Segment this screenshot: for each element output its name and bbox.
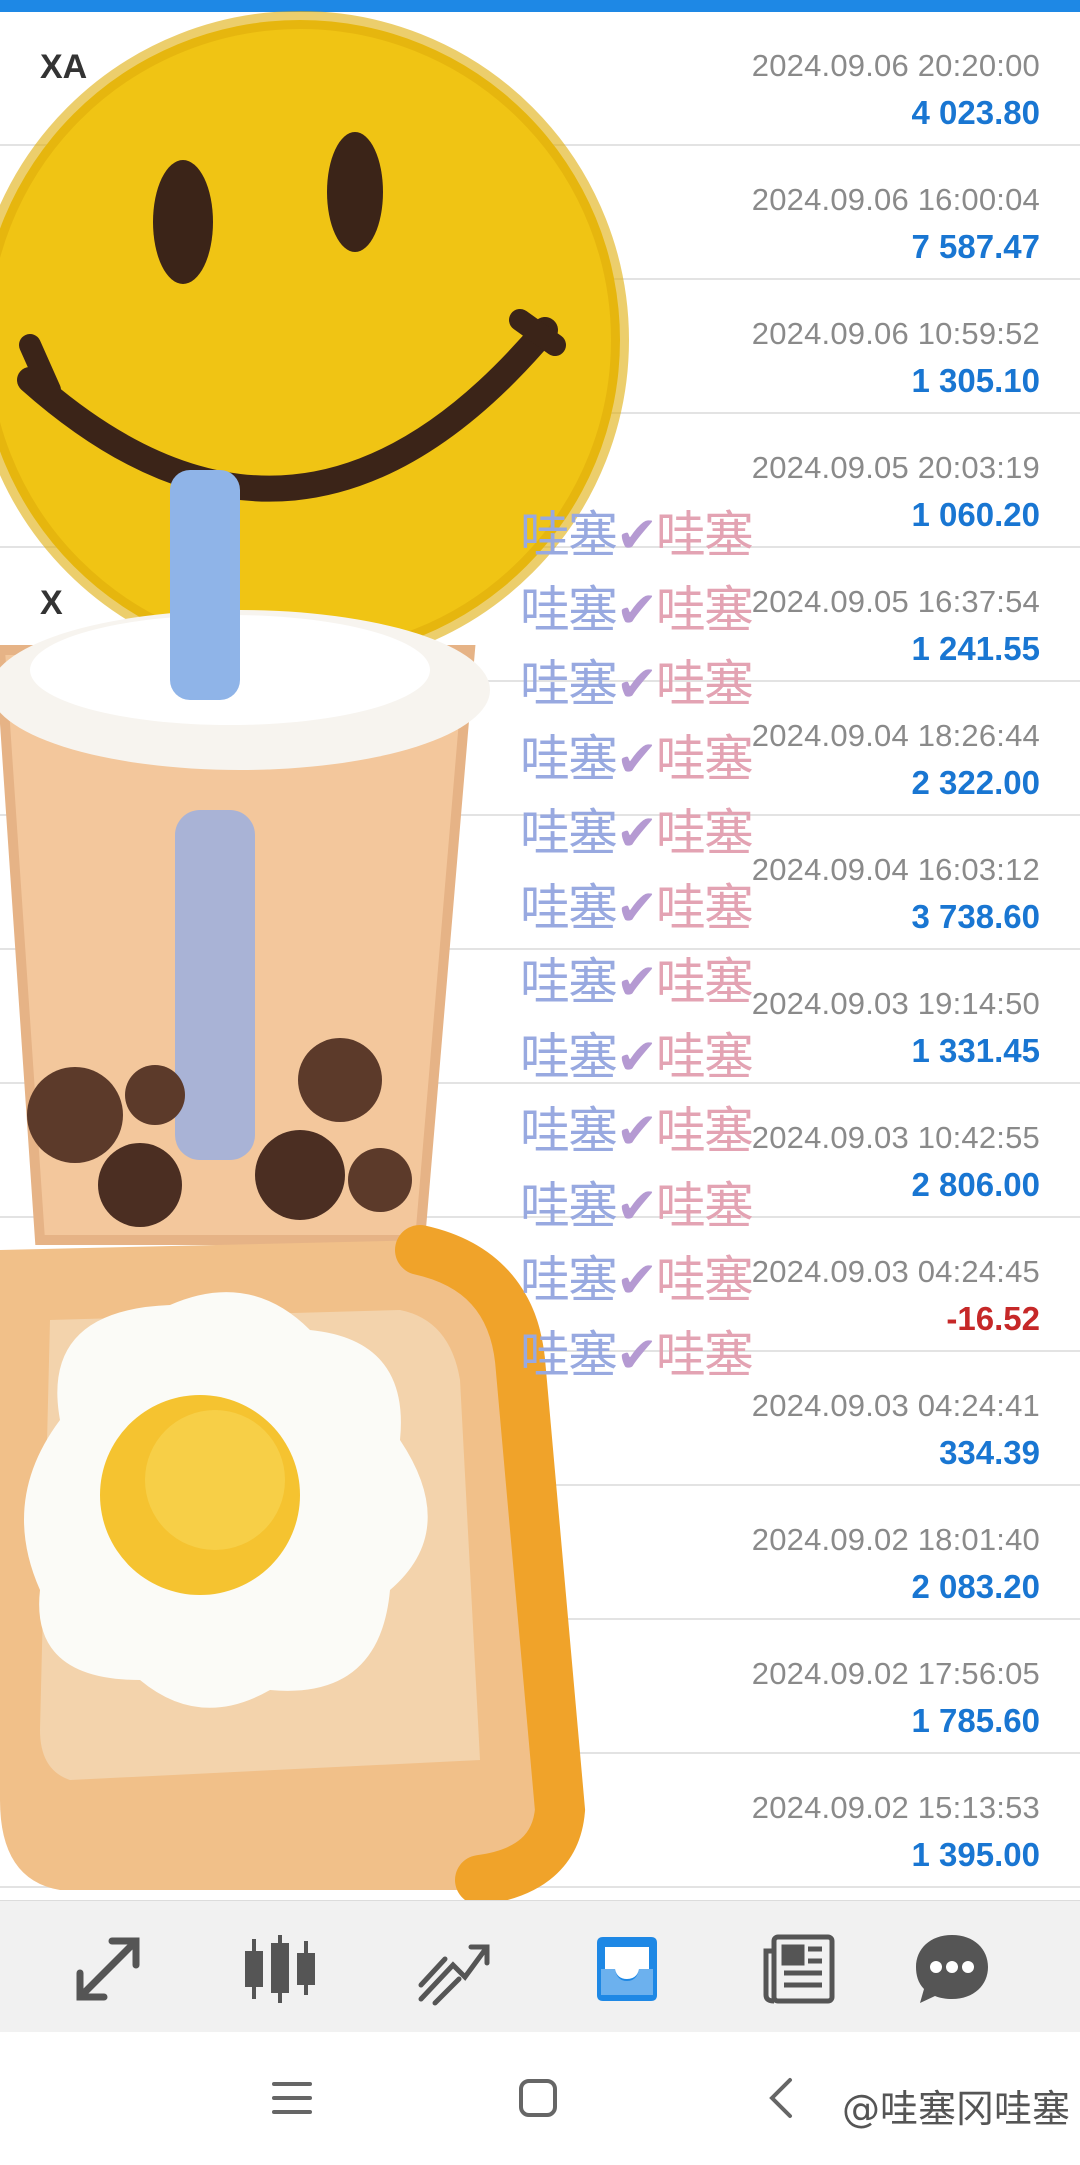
- stamp-text-a: 哇塞: [520, 1027, 618, 1086]
- row-profit: 4 023.80: [911, 94, 1040, 131]
- recent-apps-icon[interactable]: [262, 2068, 322, 2128]
- stamp-text-b: 哇塞: [655, 1176, 754, 1235]
- chat-bubble-icon[interactable]: [912, 1929, 992, 2009]
- stamp-line: 哇塞✔哇塞: [520, 722, 820, 797]
- stamp-line: 哇塞✔哇塞: [520, 871, 820, 946]
- history-row[interactable]: 2024.09.06 10:59:52 1 305.10: [0, 280, 1080, 414]
- check-icon: ✔: [616, 878, 658, 937]
- check-icon: ✔: [616, 1176, 658, 1235]
- stamp-line: 哇塞✔哇塞: [520, 647, 820, 722]
- stamp-line: 哇塞✔哇塞: [520, 1020, 820, 1095]
- stamp-text-b: 哇塞: [655, 804, 754, 862]
- home-icon[interactable]: [508, 2068, 568, 2128]
- check-icon: ✔: [616, 1251, 658, 1309]
- row-profit: 1 305.10: [911, 362, 1040, 399]
- chart-candles-icon[interactable]: [240, 1929, 320, 2009]
- stamp-text-b: 哇塞: [655, 655, 754, 713]
- history-row[interactable]: 2024.09.06 16:00:04 7 587.47: [0, 146, 1080, 280]
- stamp-text-a: 哇塞: [520, 878, 618, 937]
- history-row[interactable]: 2024.09.02 17:56:05 1 785.60: [0, 1620, 1080, 1754]
- stamp-line: 哇塞✔哇塞: [520, 498, 820, 573]
- stamp-text-a: 哇塞: [520, 1325, 618, 1384]
- check-icon: ✔: [616, 506, 658, 564]
- trade-trend-icon[interactable]: [413, 1929, 493, 2009]
- stamp-text-a: 哇塞: [520, 1251, 618, 1309]
- stamp-text-b: 哇塞: [655, 953, 754, 1011]
- row-profit: 2 322.00: [911, 764, 1040, 801]
- row-timestamp: 2024.09.05 20:03:19: [751, 450, 1040, 485]
- stamp-line: 哇塞✔哇塞: [520, 1318, 820, 1393]
- row-volume: 2 5: [40, 1836, 85, 1872]
- stamp-line: 哇塞✔哇塞: [520, 796, 820, 871]
- row-symbol: XA: [40, 48, 88, 86]
- stamp-text-a: 哇塞: [520, 1176, 618, 1235]
- stamp-text-a: 哇塞: [520, 655, 618, 713]
- stamp-line: 哇塞✔哇塞: [520, 573, 820, 648]
- stamp-text-a: 哇塞: [520, 1102, 618, 1160]
- stamp-text-a: 哇塞: [520, 804, 618, 862]
- stamp-text-a: 哇塞: [520, 580, 618, 639]
- row-timestamp: 2024.09.02 17:56:05: [751, 1656, 1040, 1691]
- status-accent-bar: [0, 0, 1080, 12]
- stamp-line: 哇塞✔哇塞: [520, 945, 820, 1020]
- row-profit: 7 587.47: [911, 228, 1040, 265]
- stamp-text-b: 哇塞: [655, 878, 754, 937]
- row-profit: 1 395.00: [911, 1836, 1040, 1873]
- stamp-text-b: 哇塞: [655, 506, 754, 564]
- row-profit: 1 785.60: [911, 1702, 1040, 1739]
- row-profit: 1 331.45: [911, 1032, 1040, 1069]
- stamp-overlay: 哇塞✔哇塞 哇塞✔哇塞 哇塞✔哇塞 哇塞✔哇塞 哇塞✔哇塞 哇塞✔哇塞 哇塞✔哇塞 哇塞✔哇塞…: [520, 498, 820, 1392]
- quotes-arrows-icon[interactable]: [68, 1929, 148, 2009]
- check-icon: ✔: [616, 953, 658, 1011]
- stamp-text-b: 哇塞: [655, 580, 754, 639]
- row-timestamp: 2024.09.03 04:24:41: [751, 1388, 1040, 1423]
- check-icon: ✔: [616, 729, 658, 788]
- stamp-line: 哇塞✔哇塞: [520, 1169, 820, 1244]
- row-profit: -16.52: [946, 1300, 1040, 1337]
- check-icon: ✔: [616, 1027, 658, 1086]
- history-inbox-icon[interactable]: [587, 1929, 667, 2009]
- row-profit: 2 806.00: [911, 1166, 1040, 1203]
- row-timestamp: 2024.09.06 10:59:52: [751, 316, 1040, 351]
- check-icon: ✔: [616, 1325, 658, 1384]
- stamp-line: 哇塞✔哇塞: [520, 1243, 820, 1318]
- row-timestamp: 2024.09.06 20:20:00: [751, 48, 1040, 83]
- row-timestamp: 2024.09.02 15:13:53: [751, 1790, 1040, 1825]
- stamp-text-b: 哇塞: [655, 1027, 754, 1086]
- row-symbol: X: [40, 584, 63, 622]
- row-profit: 334.39: [939, 1434, 1040, 1471]
- stamp-line: 哇塞✔哇塞: [520, 1094, 820, 1169]
- news-icon[interactable]: [760, 1929, 840, 2009]
- row-timestamp: 2024.09.02 18:01:40: [751, 1522, 1040, 1557]
- history-row[interactable]: 2024.09.02 18:01:40 2 083.20: [0, 1486, 1080, 1620]
- check-icon: ✔: [616, 580, 658, 639]
- stamp-text-b: 哇塞: [655, 729, 754, 788]
- row-timestamp: 2024.09.06 16:00:04: [751, 182, 1040, 217]
- check-icon: ✔: [616, 1102, 658, 1160]
- back-icon[interactable]: [752, 2068, 812, 2128]
- history-row[interactable]: 2 5 2024.09.02 15:13:53 1 395.00: [0, 1754, 1080, 1888]
- row-profit: 1 060.20: [911, 496, 1040, 533]
- check-icon: ✔: [616, 804, 658, 862]
- history-row[interactable]: XA 2024.09.06 20:20:00 4 023.80: [0, 12, 1080, 146]
- watermark-credit: @哇塞冈哇塞: [841, 2087, 1070, 2131]
- stamp-text-b: 哇塞: [655, 1102, 754, 1160]
- row-profit: 3 738.60: [911, 898, 1040, 935]
- stamp-text-a: 哇塞: [520, 729, 618, 788]
- stamp-text-a: 哇塞: [520, 953, 618, 1011]
- row-profit: 1 241.55: [911, 630, 1040, 667]
- stamp-text-a: 哇塞: [520, 506, 618, 564]
- check-icon: ✔: [616, 655, 658, 713]
- stamp-text-b: 哇塞: [655, 1325, 754, 1384]
- bottom-toolbar: [0, 1900, 1080, 2033]
- row-profit: 2 083.20: [911, 1568, 1040, 1605]
- stamp-text-b: 哇塞: [655, 1251, 754, 1309]
